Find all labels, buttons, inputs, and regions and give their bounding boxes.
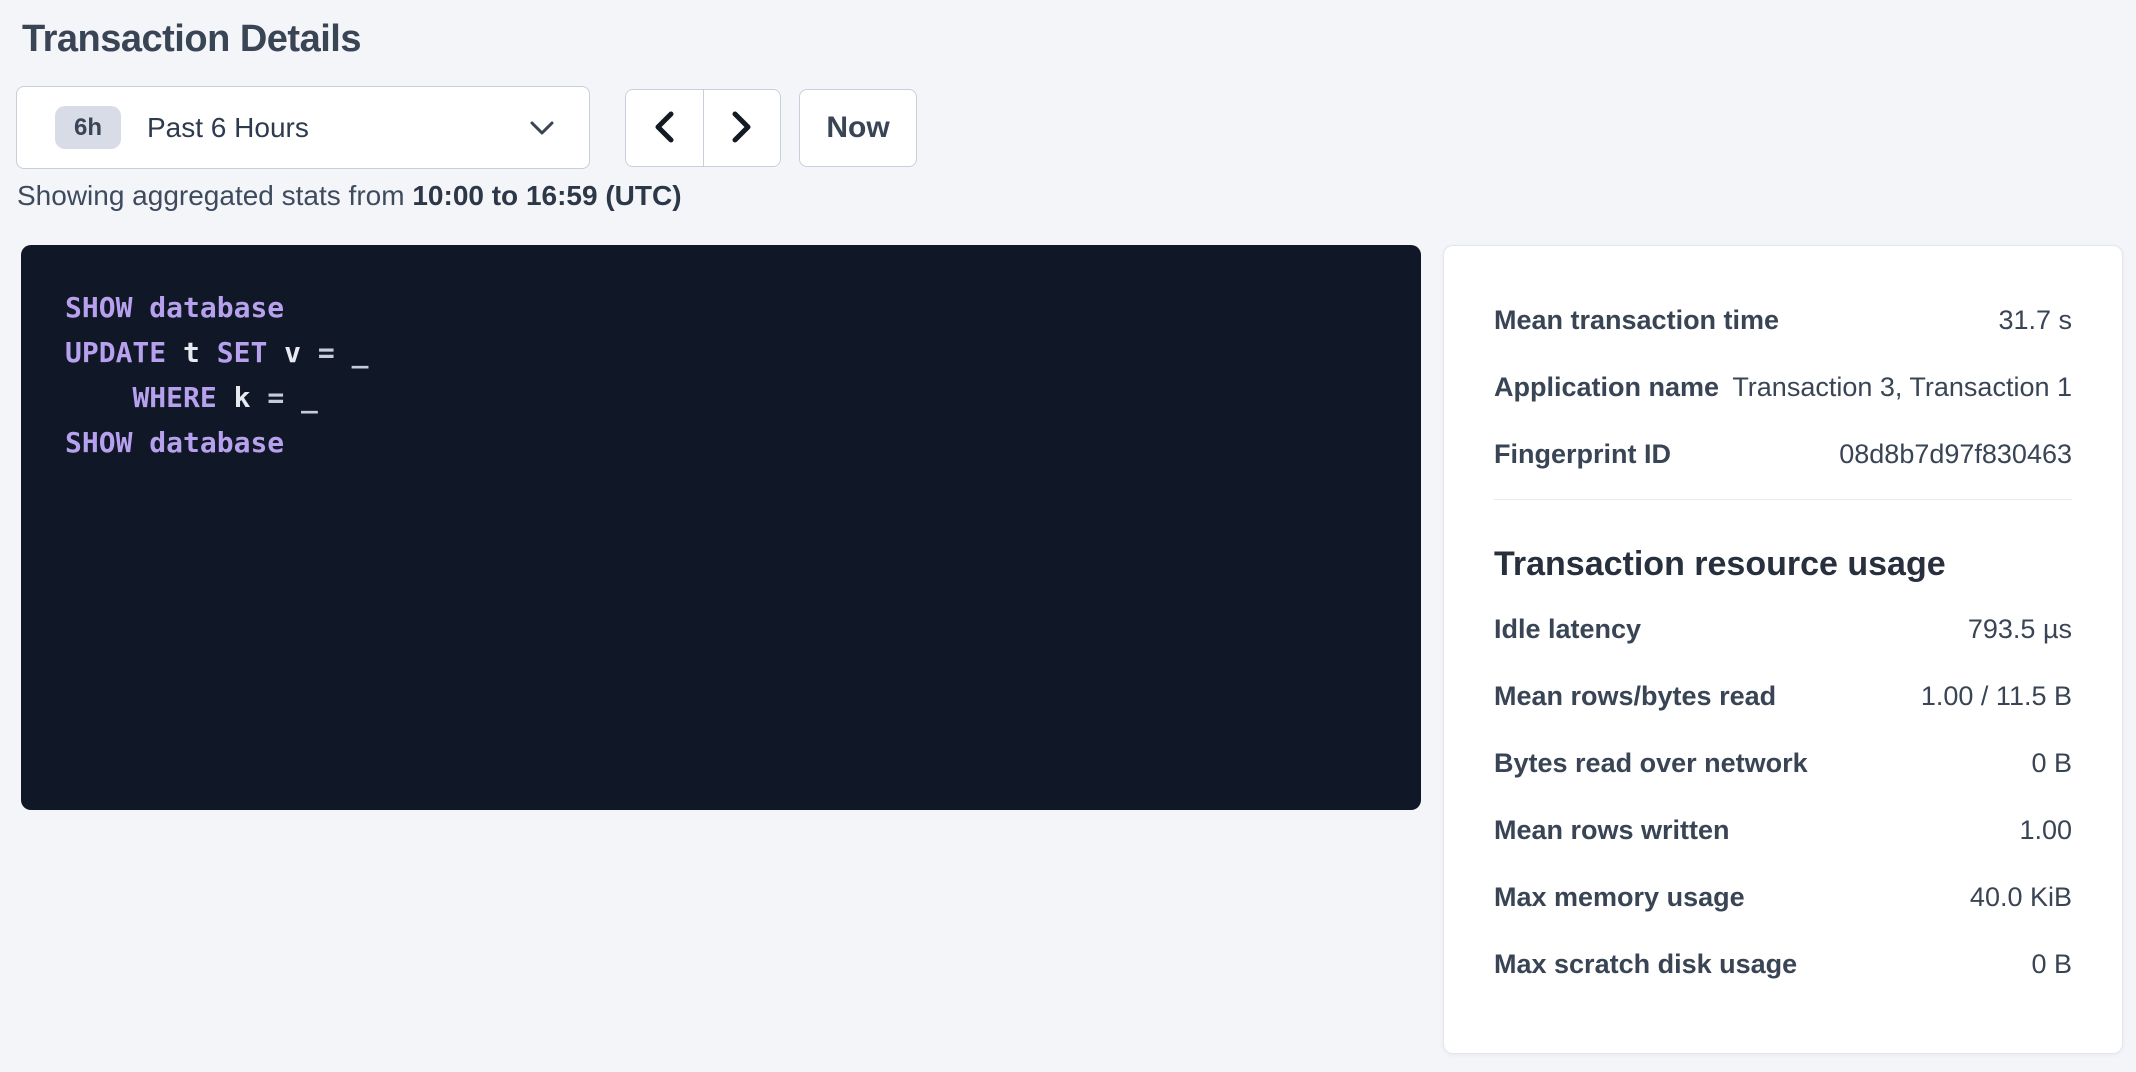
time-range-selector[interactable]: 6h Past 6 Hours <box>16 86 590 169</box>
page-title: Transaction Details <box>22 18 361 61</box>
stat-value: 08d8b7d97f830463 <box>1839 439 2072 470</box>
stat-value: 31.7 s <box>1998 305 2072 336</box>
stat-row: Application name Transaction 3, Transacti… <box>1494 365 2072 409</box>
next-interval-button[interactable] <box>704 90 781 166</box>
stat-label: Mean transaction time <box>1494 305 1779 336</box>
summary-rows: Mean transaction time 31.7 s Application n… <box>1494 298 2072 476</box>
aggregated-stats-caption: Showing aggregated stats from 10:00 to 1… <box>17 180 682 212</box>
stat-row: Fingerprint ID 08d8b7d97f830463 <box>1494 432 2072 476</box>
stat-value: 1.00 / 11.5 B <box>1921 681 2072 712</box>
stat-label: Mean rows written <box>1494 815 1730 846</box>
time-range-label: Past 6 Hours <box>147 112 309 144</box>
now-button[interactable]: Now <box>799 89 917 167</box>
card-divider <box>1494 499 2072 500</box>
previous-interval-button[interactable] <box>626 90 704 166</box>
sql-statement-line: SHOW database <box>65 420 1381 465</box>
stat-label: Fingerprint ID <box>1494 439 1671 470</box>
stat-value: 0 B <box>2031 748 2072 779</box>
stat-row: Mean transaction time 31.7 s <box>1494 298 2072 342</box>
stat-row: Mean rows/bytes read 1.00 / 11.5 B <box>1494 674 2072 718</box>
stat-label: Mean rows/bytes read <box>1494 681 1776 712</box>
time-range-badge: 6h <box>55 106 121 149</box>
resource-rows: Idle latency 793.5 µs Mean rows/bytes read… <box>1494 607 2072 986</box>
stat-label: Idle latency <box>1494 614 1641 645</box>
stat-label: Max memory usage <box>1494 882 1745 913</box>
stat-value: 793.5 µs <box>1968 614 2072 645</box>
time-nav-group <box>625 89 781 167</box>
aggregated-stats-prefix: Showing aggregated stats from <box>17 180 412 211</box>
stat-row: Max scratch disk usage 0 B <box>1494 942 2072 986</box>
stat-row: Mean rows written 1.00 <box>1494 808 2072 852</box>
stat-value: Transaction 3, Transaction 1 <box>1732 372 2072 403</box>
stat-row: Idle latency 793.5 µs <box>1494 607 2072 651</box>
stat-label: Bytes read over network <box>1494 748 1808 779</box>
chevron-right-icon <box>730 110 754 147</box>
stat-row: Max memory usage 40.0 KiB <box>1494 875 2072 919</box>
chevron-down-icon <box>529 120 555 136</box>
sql-statement-line: SHOW database <box>65 285 1381 330</box>
stat-label: Max scratch disk usage <box>1494 949 1797 980</box>
transaction-statements-box: SHOW databaseUPDATE t SET v = _ WHERE k … <box>21 245 1421 810</box>
transaction-details-card: Mean transaction time 31.7 s Application n… <box>1443 245 2123 1054</box>
sql-statement-line: WHERE k = _ <box>65 375 1381 420</box>
stat-value: 1.00 <box>2019 815 2072 846</box>
stat-row: Bytes read over network 0 B <box>1494 741 2072 785</box>
aggregated-stats-range: 10:00 to 16:59 (UTC) <box>412 180 681 211</box>
sql-statement-line: UPDATE t SET v = _ <box>65 330 1381 375</box>
stat-value: 40.0 KiB <box>1970 882 2072 913</box>
resource-usage-heading: Transaction resource usage <box>1494 542 2072 586</box>
chevron-left-icon <box>652 110 676 147</box>
stat-value: 0 B <box>2031 949 2072 980</box>
stat-label: Application name <box>1494 372 1719 403</box>
